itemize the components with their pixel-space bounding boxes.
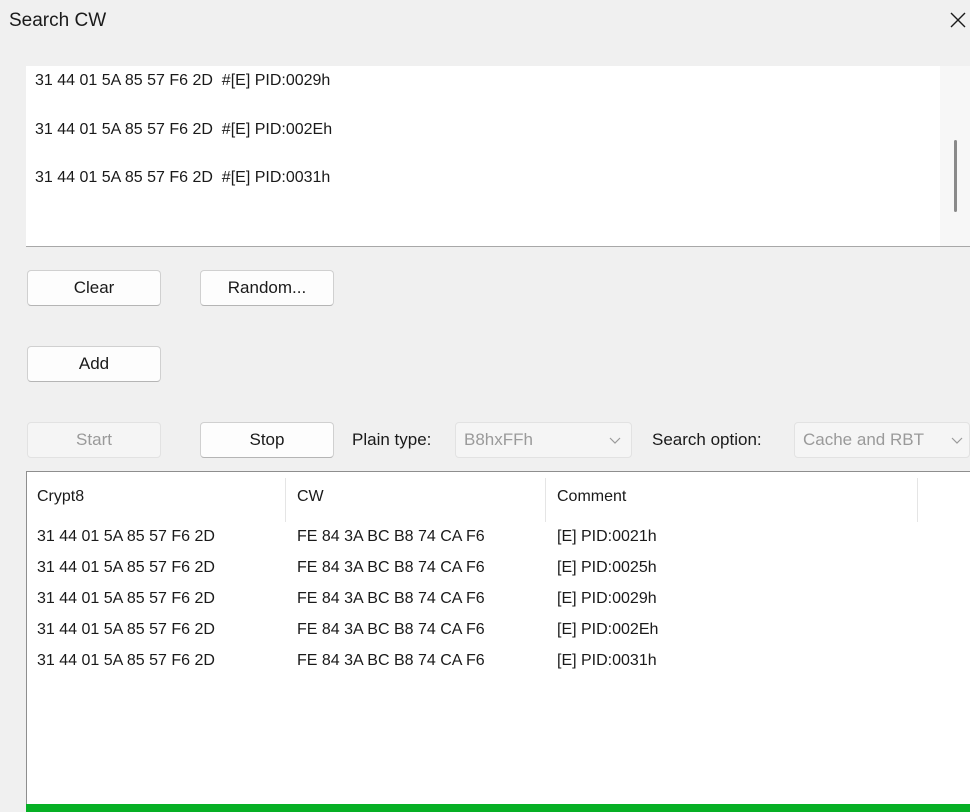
column-header-crypt8[interactable]: Crypt8 (27, 472, 285, 522)
clear-button[interactable]: Clear (27, 270, 161, 306)
cw-cell: FE 84 3A BC B8 74 CA F6 (297, 590, 485, 607)
progress-bar (26, 804, 970, 812)
column-divider[interactable] (285, 478, 286, 522)
column-divider[interactable] (917, 478, 918, 522)
title-bar: Search CW (0, 0, 970, 44)
plain-type-label: Plain type: (352, 430, 432, 449)
vertical-scrollbar[interactable] (940, 66, 970, 246)
input-line: 31 44 01 5A 85 57 F6 2D #[E] PID:0029h (35, 72, 331, 89)
input-line: 31 44 01 5A 85 57 F6 2D #[E] PID:0031h (35, 169, 331, 186)
results-table[interactable]: Crypt8 CW Comment 31 44 01 5A 85 57 F6 2… (26, 471, 970, 812)
start-button[interactable]: Start (27, 422, 161, 458)
crypt-input-list[interactable]: 31 44 01 5A 85 57 F6 2D #[E] PID:0029h 3… (26, 66, 970, 247)
comment-cell: [E] PID:0021h (557, 528, 657, 545)
crypt8-cell: 31 44 01 5A 85 57 F6 2D (37, 528, 215, 545)
column-header-comment[interactable]: Comment (547, 472, 917, 522)
column-header-cw[interactable]: CW (287, 472, 545, 522)
chevron-down-icon (951, 437, 963, 444)
close-icon (950, 12, 966, 28)
search-option-select[interactable]: Cache and RBT (794, 422, 970, 458)
cw-cell: FE 84 3A BC B8 74 CA F6 (297, 559, 485, 576)
cw-cell: FE 84 3A BC B8 74 CA F6 (297, 528, 485, 545)
search-option-value: Cache and RBT (803, 430, 924, 449)
stop-button[interactable]: Stop (200, 422, 334, 458)
search-option-label: Search option: (652, 430, 762, 449)
crypt8-cell: 31 44 01 5A 85 57 F6 2D (37, 621, 215, 638)
chevron-down-icon (609, 437, 621, 444)
comment-cell: [E] PID:0029h (557, 590, 657, 607)
crypt8-cell: 31 44 01 5A 85 57 F6 2D (37, 590, 215, 607)
cw-cell: FE 84 3A BC B8 74 CA F6 (297, 652, 485, 669)
comment-cell: [E] PID:0025h (557, 559, 657, 576)
random-button[interactable]: Random... (200, 270, 334, 306)
plain-type-value: B8hxFFh (464, 430, 533, 449)
column-divider[interactable] (545, 478, 546, 522)
close-button[interactable] (944, 6, 970, 34)
window-title: Search CW (9, 10, 107, 31)
cw-cell: FE 84 3A BC B8 74 CA F6 (297, 621, 485, 638)
crypt8-cell: 31 44 01 5A 85 57 F6 2D (37, 559, 215, 576)
crypt8-cell: 31 44 01 5A 85 57 F6 2D (37, 652, 215, 669)
comment-cell: [E] PID:002Eh (557, 621, 659, 638)
scroll-thumb[interactable] (954, 140, 957, 212)
input-line: 31 44 01 5A 85 57 F6 2D #[E] PID:002Eh (35, 121, 333, 138)
plain-type-select[interactable]: B8hxFFh (455, 422, 632, 458)
add-button[interactable]: Add (27, 346, 161, 382)
search-cw-dialog: Search CW 31 44 01 5A 85 57 F6 2D #[E] P… (0, 0, 970, 812)
comment-cell: [E] PID:0031h (557, 652, 657, 669)
